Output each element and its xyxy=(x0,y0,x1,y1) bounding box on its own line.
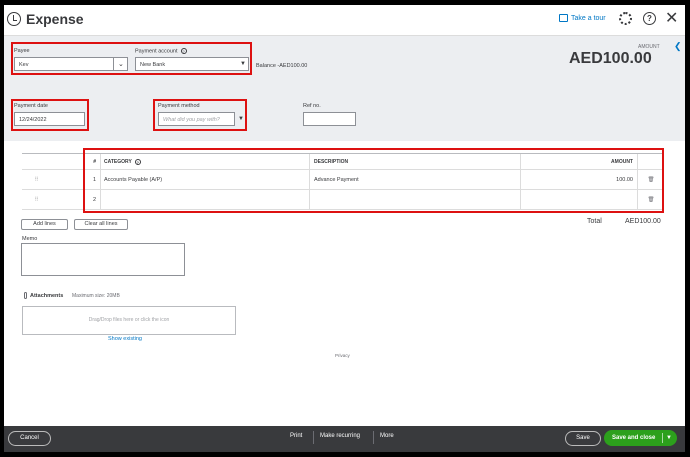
drag-handle-icon[interactable]: ⠿ xyxy=(22,177,51,183)
close-icon[interactable]: ✕ xyxy=(665,8,678,28)
save-button[interactable]: Save xyxy=(565,431,601,446)
divider xyxy=(313,431,314,444)
highlight-payment-date xyxy=(11,99,89,131)
divider xyxy=(662,433,663,443)
take-tour-link[interactable]: Take a tour xyxy=(559,14,606,22)
highlight-payment-method xyxy=(153,99,247,131)
history-icon[interactable] xyxy=(7,12,21,26)
drag-handle-icon[interactable]: ⠿ xyxy=(22,197,51,203)
top-bar: Expense Take a tour ? ✕ xyxy=(4,5,685,36)
amount-value: AED100.00 xyxy=(569,50,652,67)
account-balance: Balance -AED100.00 xyxy=(256,63,308,69)
expense-window: Expense Take a tour ? ✕ ❮ Payee Kev ⌄ Pa… xyxy=(4,5,685,452)
memo-textarea[interactable] xyxy=(21,243,185,276)
save-and-close-button[interactable]: Save and close ▼ xyxy=(604,430,677,446)
chevron-left-icon[interactable]: ❮ xyxy=(674,41,682,52)
highlight-category-table xyxy=(83,148,664,213)
total-value: AED100.00 xyxy=(625,218,661,225)
privacy-link[interactable]: Privacy xyxy=(335,353,350,358)
attachments-max-size: Maximum size: 20MB xyxy=(72,293,120,299)
cancel-button[interactable]: Cancel xyxy=(8,431,51,446)
dropdown-arrow-icon[interactable]: ▼ xyxy=(666,430,672,446)
make-recurring-button[interactable]: Make recurring xyxy=(320,433,360,439)
ref-no-input[interactable] xyxy=(303,112,356,126)
attachments-dropzone[interactable]: Drag/Drop files here or click the icon xyxy=(22,306,236,335)
save-and-close-label: Save and close xyxy=(612,435,656,441)
total-label: Total xyxy=(587,218,602,225)
attachments-label: Attachments xyxy=(24,292,63,299)
highlight-payee-account xyxy=(11,42,252,75)
add-lines-button[interactable]: Add lines xyxy=(21,219,68,230)
take-tour-label: Take a tour xyxy=(571,14,606,22)
show-existing-link[interactable]: Show existing xyxy=(108,336,142,342)
attachments-label-text: Attachments xyxy=(30,292,64,299)
tour-icon xyxy=(559,14,568,22)
clear-all-lines-button[interactable]: Clear all lines xyxy=(74,219,128,230)
help-icon[interactable]: ? xyxy=(643,12,656,25)
more-button[interactable]: More xyxy=(380,433,394,439)
ref-no-label: Ref no. xyxy=(303,103,321,109)
paperclip-icon xyxy=(24,292,27,299)
memo-label: Memo xyxy=(22,236,38,242)
page-title: Expense xyxy=(26,11,84,27)
print-button[interactable]: Print xyxy=(290,433,302,439)
divider xyxy=(373,431,374,444)
gear-icon[interactable] xyxy=(619,12,632,25)
